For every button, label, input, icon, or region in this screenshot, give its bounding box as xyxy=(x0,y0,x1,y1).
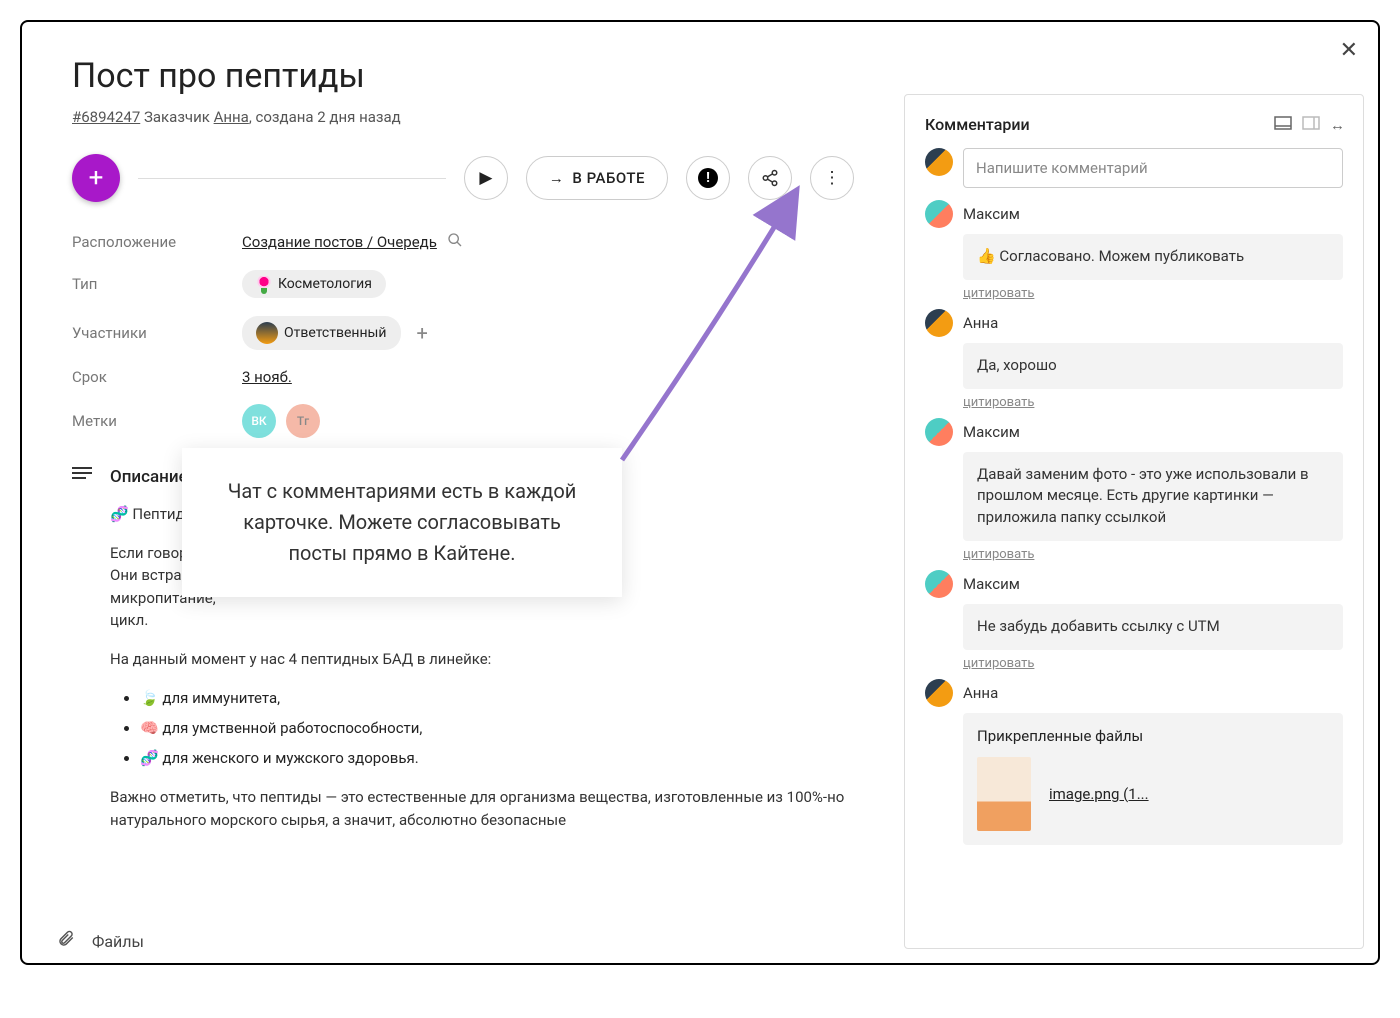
attachment-icon xyxy=(56,930,76,953)
comment: Максим 👍 Согласовано. Можем публиковать ци… xyxy=(919,200,1349,301)
avatar xyxy=(925,148,953,176)
comment-text: Не забудь добавить ссылку с UTM xyxy=(963,604,1343,650)
comment-author: Максим xyxy=(963,423,1020,441)
actions-row: + ▶ → В РАБОТЕ ! ⋮ xyxy=(72,154,854,202)
play-button[interactable]: ▶ xyxy=(464,156,508,200)
comment-text: Да, хорошо xyxy=(963,343,1343,389)
comment-author: Максим xyxy=(963,575,1020,593)
comment: Максим Давай заменим фото - это уже испол… xyxy=(919,418,1349,562)
avatar xyxy=(925,200,953,228)
comment: Анна Прикрепленные файлы image.png (1... xyxy=(919,679,1349,845)
card-modal: ✕ Пост про пептиды #6894247 Заказчик Анн… xyxy=(20,20,1380,965)
description-icon xyxy=(72,466,92,487)
avatar xyxy=(256,322,278,344)
location-value[interactable]: Создание постов / Очередь xyxy=(242,233,437,251)
comment: Максим Не забудь добавить ссылку с UTM цит… xyxy=(919,570,1349,671)
main-panel: Пост про пептиды #6894247 Заказчик Анна,… xyxy=(22,22,904,963)
alert-button[interactable]: ! xyxy=(686,156,730,200)
comment-input[interactable]: Напишите комментарий xyxy=(963,148,1343,188)
members-label: Участники xyxy=(72,324,242,342)
status-button[interactable]: → В РАБОТЕ xyxy=(526,156,668,200)
location-label: Расположение xyxy=(72,233,242,251)
arrow-right-icon: → xyxy=(549,169,565,187)
quote-button[interactable]: цитировать xyxy=(963,286,1034,301)
close-icon[interactable]: ✕ xyxy=(1340,38,1358,63)
layout-full-icon[interactable] xyxy=(1274,116,1292,134)
tag-vk[interactable]: ВК xyxy=(242,404,276,438)
comments-panel: Комментарии ↔ Напишите комментарий Макси… xyxy=(904,94,1364,949)
comment-author: Анна xyxy=(963,314,998,332)
attachment-thumbnail[interactable] xyxy=(977,757,1031,831)
quote-button[interactable]: цитировать xyxy=(963,395,1034,410)
card-meta: #6894247 Заказчик Анна, создана 2 дня на… xyxy=(72,108,854,126)
due-value[interactable]: 3 нояб. xyxy=(242,368,292,386)
add-member-button[interactable]: + xyxy=(411,321,434,345)
fields: Расположение Создание постов / Очередь Т… xyxy=(72,232,854,438)
tag-tg[interactable]: Tг xyxy=(286,404,320,438)
avatar xyxy=(925,679,953,707)
search-icon[interactable] xyxy=(447,232,463,252)
card-id[interactable]: #6894247 xyxy=(72,108,140,126)
comment-author: Анна xyxy=(963,684,998,702)
add-button[interactable]: + xyxy=(72,154,120,202)
comment-author: Максим xyxy=(963,205,1020,223)
expand-icon[interactable]: ↔ xyxy=(1330,116,1343,134)
share-button[interactable] xyxy=(748,156,792,200)
quote-button[interactable]: цитировать xyxy=(963,547,1034,562)
due-label: Срок xyxy=(72,368,242,386)
flower-icon xyxy=(256,276,272,292)
avatar xyxy=(925,418,953,446)
files-section[interactable]: Файлы xyxy=(56,930,144,953)
type-label: Тип xyxy=(72,275,242,293)
quote-button[interactable]: цитировать xyxy=(963,656,1034,671)
avatar xyxy=(925,570,953,598)
card-title: Пост про пептиды xyxy=(72,56,854,96)
attachment-link[interactable]: image.png (1... xyxy=(1049,785,1149,803)
type-chip[interactable]: Косметология xyxy=(242,270,386,298)
avatar xyxy=(925,309,953,337)
customer-link[interactable]: Анна xyxy=(214,108,249,126)
comment-text: Давай заменим фото - это уже использовал… xyxy=(963,452,1343,541)
comments-title: Комментарии xyxy=(925,115,1030,134)
comment-text: 👍 Согласовано. Можем публиковать xyxy=(963,234,1343,280)
tooltip-overlay: Чат с комментариями есть в каждой карточ… xyxy=(182,448,622,597)
layout-split-icon[interactable] xyxy=(1302,116,1320,134)
more-button[interactable]: ⋮ xyxy=(810,156,854,200)
attachment-box: Прикрепленные файлы image.png (1... xyxy=(963,713,1343,845)
comment: Анна Да, хорошо цитировать xyxy=(919,309,1349,410)
tags-label: Метки xyxy=(72,412,242,430)
member-chip[interactable]: Ответственный xyxy=(242,316,401,350)
